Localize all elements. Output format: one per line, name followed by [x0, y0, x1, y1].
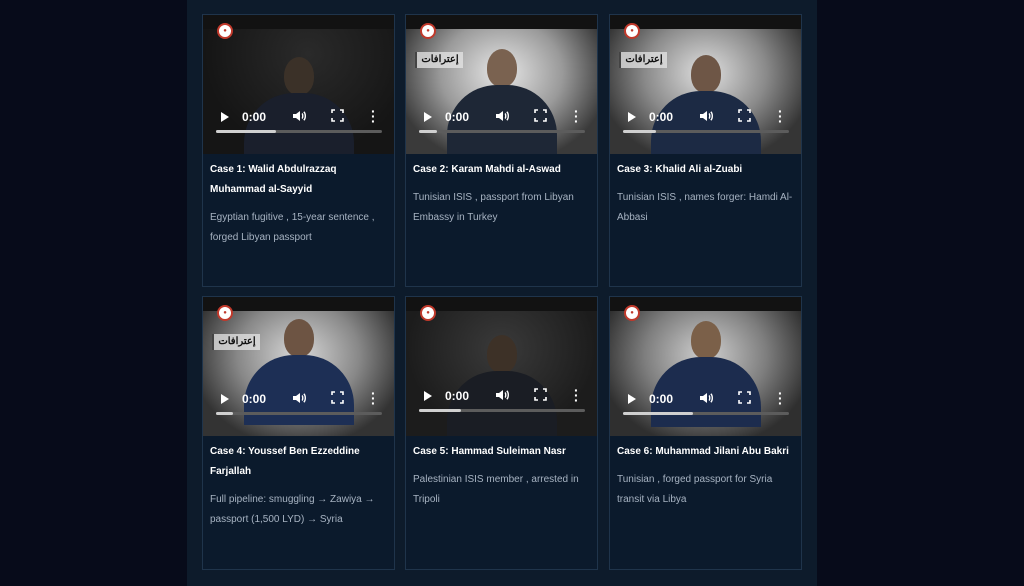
time-display: 0:00	[649, 110, 674, 124]
video-card: ● 0:00 · · · Case 6: Muhammad Jilani Abu B…	[609, 296, 802, 570]
video-player[interactable]: ● إعترافات 0:00 · · ·	[203, 297, 394, 436]
video-controls: 0:00 · · ·	[406, 383, 597, 419]
confessions-tag: إعترافات	[212, 334, 260, 350]
video-controls: 0:00 · · ·	[203, 104, 394, 140]
case-description: Tunisian , forged passport for Syria tra…	[617, 474, 773, 505]
case-description: Egyptian fugitive , 15-year sentence , f…	[210, 212, 375, 243]
fullscreen-icon[interactable]	[534, 109, 547, 122]
channel-logo-icon: ●	[624, 305, 640, 321]
fullscreen-icon[interactable]	[738, 109, 751, 122]
case-description: Palestinian ISIS member , arrested in Tr…	[413, 474, 579, 505]
video-player[interactable]: ● 0:00 · · ·	[610, 297, 801, 436]
progress-fill	[623, 130, 657, 133]
video-player[interactable]: ● إعترافات 0:00 · · ·	[406, 15, 597, 154]
channel-logo-icon: ●	[217, 23, 233, 39]
more-options-icon[interactable]: · · ·	[574, 104, 579, 128]
time-display: 0:00	[445, 110, 470, 124]
play-icon[interactable]	[424, 391, 432, 401]
play-icon[interactable]	[628, 394, 636, 404]
channel-logo-icon: ●	[624, 23, 640, 39]
case-title: Case 4: Youssef Ben Ezzeddine Farjallah	[210, 446, 360, 477]
play-icon[interactable]	[628, 112, 636, 122]
case-description: Tunisian ISIS , names forger: Hamdi Al-A…	[617, 192, 793, 223]
volume-icon[interactable]	[698, 390, 714, 406]
video-controls: 0:00 · · ·	[610, 104, 801, 140]
progress-fill	[419, 130, 438, 133]
fullscreen-icon[interactable]	[331, 391, 344, 404]
progress-track[interactable]	[623, 130, 789, 133]
progress-fill	[216, 130, 276, 133]
video-card: ● 0:00 · · · Case 1: Walid Abdulrazzaq Muh…	[202, 14, 395, 287]
confessions-tag: إعترافات	[415, 52, 463, 68]
volume-icon[interactable]	[494, 387, 510, 403]
more-options-icon[interactable]: · · ·	[371, 386, 376, 410]
progress-track[interactable]	[419, 130, 585, 133]
more-options-icon[interactable]: · · ·	[574, 383, 579, 407]
case-description: Tunisian ISIS , passport from Libyan Emb…	[413, 192, 574, 223]
volume-icon[interactable]	[291, 108, 307, 124]
channel-logo-icon: ●	[420, 305, 436, 321]
case-title: Case 2: Karam Mahdi al-Aswad	[413, 164, 561, 175]
case-title: Case 1: Walid Abdulrazzaq Muhammad al-Sa…	[210, 164, 337, 195]
case-description: Full pipeline: smuggling → Zawiya → pass…	[210, 494, 375, 525]
volume-icon[interactable]	[494, 108, 510, 124]
video-controls: 0:00 · · ·	[406, 104, 597, 140]
channel-logo-icon: ●	[217, 305, 233, 321]
more-options-icon[interactable]: · · ·	[778, 104, 783, 128]
video-card: ● إعترافات 0:00 · · · Case 3: Khalid Ali a…	[609, 14, 802, 287]
time-display: 0:00	[649, 392, 674, 406]
case-title: Case 5: Hammad Suleiman Nasr	[413, 446, 566, 457]
channel-logo-icon: ●	[420, 23, 436, 39]
fullscreen-icon[interactable]	[534, 388, 547, 401]
video-card: ● إعترافات 0:00 · · · Case 2: Karam Mahdi …	[405, 14, 598, 287]
video-controls: 0:00 · · ·	[610, 386, 801, 422]
video-controls: 0:00 · · ·	[203, 386, 394, 422]
progress-track[interactable]	[623, 412, 789, 415]
time-display: 0:00	[242, 392, 267, 406]
case-title: Case 3: Khalid Ali al-Zuabi	[617, 164, 743, 175]
progress-track[interactable]	[216, 130, 382, 133]
progress-fill	[216, 412, 233, 415]
video-player[interactable]: ● 0:00 · · ·	[203, 15, 394, 154]
case-title: Case 6: Muhammad Jilani Abu Bakri	[617, 446, 789, 457]
fullscreen-icon[interactable]	[331, 109, 344, 122]
time-display: 0:00	[242, 110, 267, 124]
volume-icon[interactable]	[291, 390, 307, 406]
time-display: 0:00	[445, 389, 470, 403]
video-player[interactable]: ● إعترافات 0:00 · · ·	[610, 15, 801, 154]
progress-fill	[419, 409, 461, 412]
play-icon[interactable]	[221, 394, 229, 404]
progress-fill	[623, 412, 693, 415]
fullscreen-icon[interactable]	[738, 391, 751, 404]
video-player[interactable]: ● 0:00 · · ·	[406, 297, 597, 436]
video-card: ● إعترافات 0:00 · · · Case 4: Youssef Ben …	[202, 296, 395, 570]
volume-icon[interactable]	[698, 108, 714, 124]
video-card: ● 0:00 · · · Case 5: Hammad Suleiman Nasr …	[405, 296, 598, 570]
confessions-tag: إعترافات	[619, 52, 667, 68]
play-icon[interactable]	[424, 112, 432, 122]
more-options-icon[interactable]: · · ·	[371, 104, 376, 128]
progress-track[interactable]	[216, 412, 382, 415]
more-options-icon[interactable]: · · ·	[778, 386, 783, 410]
play-icon[interactable]	[221, 112, 229, 122]
progress-track[interactable]	[419, 409, 585, 412]
